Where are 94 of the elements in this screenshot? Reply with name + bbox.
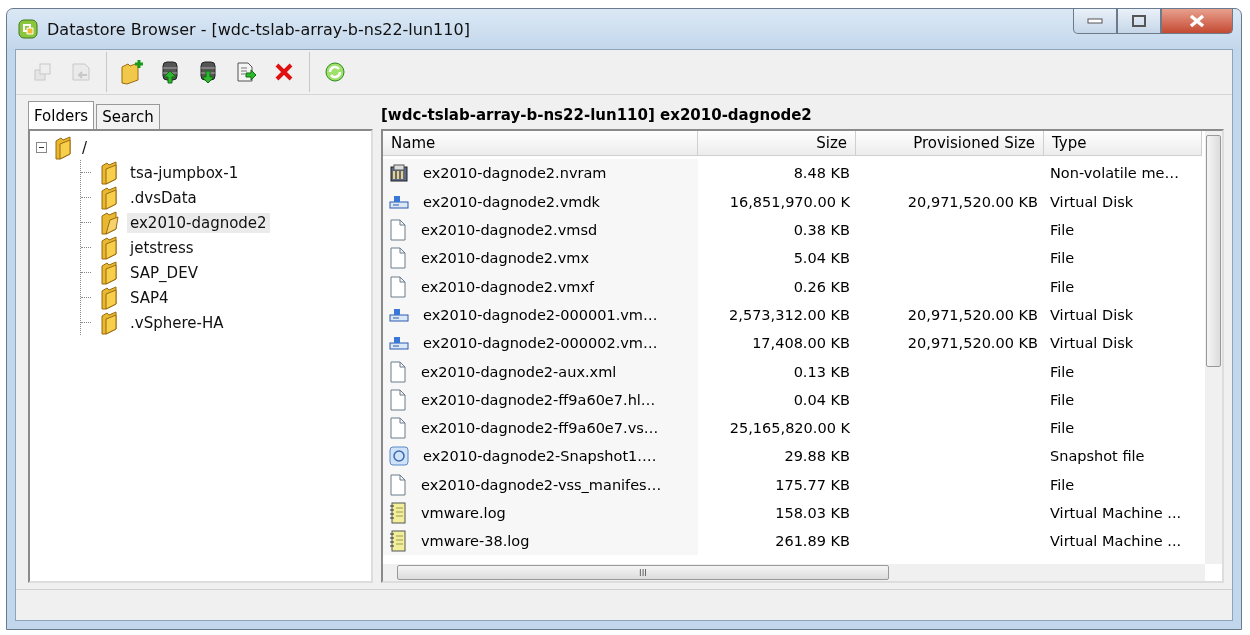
table-cell-text: File <box>1049 390 1076 410</box>
tree-item[interactable]: tsa-jumpbox-1 <box>127 162 242 183</box>
new-folder-icon <box>119 59 145 85</box>
file-icon <box>389 275 407 298</box>
file-name: ex2010-dagnode2-aux.xml <box>421 363 617 380</box>
minimize-icon <box>1087 17 1103 25</box>
horizontal-scrollbar[interactable]: III <box>383 564 1205 581</box>
column-header[interactable]: Provisioned Size <box>856 131 1044 156</box>
file-name: ex2010-dagnode2.vmx <box>421 250 589 267</box>
move-icon <box>70 61 92 83</box>
window-title: Datastore Browser - [wdc-tslab-array-b-ns22-lun110] <box>47 19 470 39</box>
current-path: [wdc-tslab-array-b-ns22-lun110] ex2010-dagnode2 <box>381 105 813 126</box>
table-cell-text: 16,851,970.00 K <box>728 192 851 212</box>
disk-icon <box>389 335 409 352</box>
file-name: ex2010-dagnode2-ff9a60e7.vs… <box>421 420 659 437</box>
file-icon <box>389 360 407 383</box>
table-cell-text: 261.89 KB <box>774 532 851 552</box>
file-name: ex2010-dagnode2.vmdk <box>423 193 600 210</box>
table-cell-text: 2,573,312.00 KB <box>728 305 851 325</box>
file-name: ex2010-dagnode2.vmxf <box>421 278 595 295</box>
table-cell-text: Virtual Disk <box>1049 334 1135 354</box>
file-icon <box>389 247 407 270</box>
tree-item[interactable]: .vSphere-HA <box>127 312 227 333</box>
maximize-button[interactable] <box>1117 9 1161 34</box>
table-cell-text: 0.04 KB <box>792 390 851 410</box>
file-name: ex2010-dagnode2-000001.vm… <box>423 306 658 323</box>
file-arrow-icon <box>235 61 257 83</box>
disk-icon <box>389 193 409 210</box>
table-cell-text: File <box>1049 475 1076 495</box>
table-cell-text: 17,408.00 KB <box>751 334 851 354</box>
maximize-icon <box>1132 15 1146 27</box>
table-cell-text: Snapshot file <box>1049 447 1146 467</box>
table-cell-text: 0.38 KB <box>792 221 851 241</box>
tree-item[interactable]: / <box>79 137 91 158</box>
file-name: ex2010-dagnode2.nvram <box>423 165 607 182</box>
file-name: ex2010-dagnode2-ff9a60e7.hl… <box>421 391 656 408</box>
download-icon <box>198 60 218 84</box>
table-cell-text: Virtual Disk <box>1049 305 1135 325</box>
table-cell-text: File <box>1049 362 1076 382</box>
table-cell-text: 5.04 KB <box>792 249 851 269</box>
table-cell-text: File <box>1049 249 1076 269</box>
column-header[interactable]: Name <box>383 131 698 156</box>
close-button[interactable] <box>1161 9 1233 34</box>
vertical-scrollbar[interactable] <box>1205 131 1222 564</box>
disk-icon <box>389 306 409 323</box>
table-cell-text: Virtual Disk <box>1049 192 1135 212</box>
collapse-toggle-icon[interactable] <box>36 142 47 153</box>
table-cell-text: 158.03 KB <box>774 504 851 523</box>
table-cell-text: 20,971,520.00 KB <box>906 334 1039 354</box>
tree-item[interactable]: .dvsData <box>127 187 200 208</box>
app-logo-icon <box>17 18 39 40</box>
scroll-thumb[interactable]: III <box>397 565 889 580</box>
tree-item[interactable]: jetstress <box>127 237 197 258</box>
upload-icon <box>160 60 180 84</box>
minimize-button[interactable] <box>1073 9 1117 34</box>
file-name: vmware-38.log <box>421 533 530 550</box>
log-icon <box>389 530 407 553</box>
file-name: ex2010-dagnode2.vmsd <box>421 222 598 239</box>
table-cell-text: File <box>1049 221 1076 241</box>
table-cell-text: 20,971,520.00 KB <box>906 305 1039 325</box>
file-icon <box>389 473 407 496</box>
log-icon <box>389 502 407 524</box>
column-header[interactable]: Size <box>698 131 856 156</box>
delete-icon <box>274 62 294 82</box>
tree-item[interactable]: ex2010-dagnode2 <box>127 212 270 233</box>
tree-item[interactable]: SAP4 <box>127 287 172 308</box>
table-cell-text: 0.13 KB <box>792 362 851 382</box>
file-icon <box>389 388 407 411</box>
table-cell-text: 20,971,520.00 KB <box>906 192 1039 212</box>
file-name: ex2010-dagnode2-vss_manifes… <box>421 476 662 493</box>
table-cell-text: File <box>1049 277 1076 297</box>
copy-icon <box>33 62 53 82</box>
tree-item[interactable]: SAP_DEV <box>127 262 201 283</box>
table-cell-text: 0.26 KB <box>792 277 851 297</box>
file-icon <box>389 417 407 440</box>
file-name: ex2010-dagnode2-Snapshot1.… <box>423 448 657 465</box>
refresh-icon <box>324 61 346 83</box>
tab[interactable]: Search <box>96 104 160 129</box>
snapshot-icon <box>389 446 409 467</box>
chip-icon <box>389 163 409 184</box>
table-cell-text: File <box>1049 419 1076 439</box>
table-cell-text: 29.88 KB <box>783 447 851 467</box>
table-cell-text: Virtual Machine ... <box>1049 504 1183 523</box>
table-cell-text: 175.77 KB <box>774 475 851 495</box>
file-name: ex2010-dagnode2-000002.vm… <box>423 335 658 352</box>
file-icon <box>389 219 407 242</box>
table-cell-text: Virtual Machine ... <box>1049 532 1183 552</box>
tab[interactable]: Folders <box>28 101 95 129</box>
file-name: vmware.log <box>421 505 506 521</box>
column-header[interactable]: Type <box>1044 131 1202 156</box>
table-cell-text: 8.48 KB <box>792 164 851 184</box>
table-cell-text: Non-volatile me… <box>1049 164 1180 184</box>
close-icon <box>1189 14 1205 28</box>
table-cell-text: 25,165,820.00 K <box>728 419 851 439</box>
